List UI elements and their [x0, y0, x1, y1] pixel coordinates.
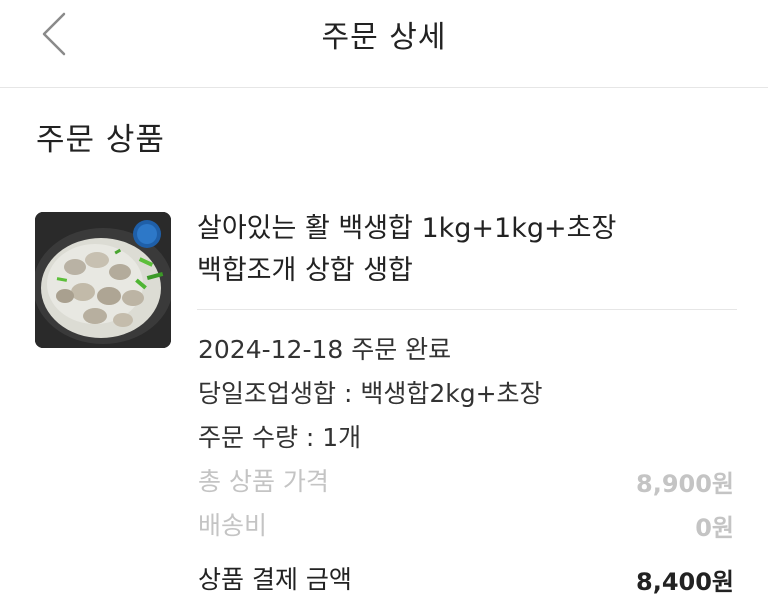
app-header: 주문 상세 — [0, 0, 768, 88]
product-name[interactable]: 살아있는 활 백생합 1kg+1kg+초장 백합조개 상합 생합 — [197, 208, 737, 292]
payment-amount-row: 상품 결제 금액 8,400원 — [198, 560, 734, 600]
shipping-fee-label: 배송비 — [198, 511, 268, 540]
total-price-row: 총 상품 가격 8,900원 — [198, 462, 734, 502]
total-price-label: 총 상품 가격 — [198, 467, 329, 496]
page-title: 주문 상세 — [321, 20, 447, 55]
order-quantity: 주문 수량 : 1개 — [198, 423, 362, 452]
product-thumbnail[interactable] — [35, 212, 171, 348]
total-price-value: 8,900원 — [636, 470, 734, 498]
section-title: 주문 상품 — [36, 122, 165, 158]
divider — [197, 309, 737, 310]
product-image — [35, 212, 171, 348]
order-option: 당일조업생합 : 백생합2kg+초장 — [198, 379, 543, 408]
shipping-fee-value: 0원 — [695, 514, 734, 542]
payment-amount-label: 상품 결제 금액 — [198, 565, 352, 594]
shipping-fee-row: 배송비 0원 — [198, 506, 734, 546]
product-name-line-2: 백합조개 상합 생합 — [197, 255, 413, 286]
order-status: 2024-12-18 주문 완료 — [198, 335, 452, 364]
payment-amount-value: 8,400원 — [636, 568, 734, 596]
product-name-line-1: 살아있는 활 백생합 1kg+1kg+초장 — [197, 213, 617, 244]
